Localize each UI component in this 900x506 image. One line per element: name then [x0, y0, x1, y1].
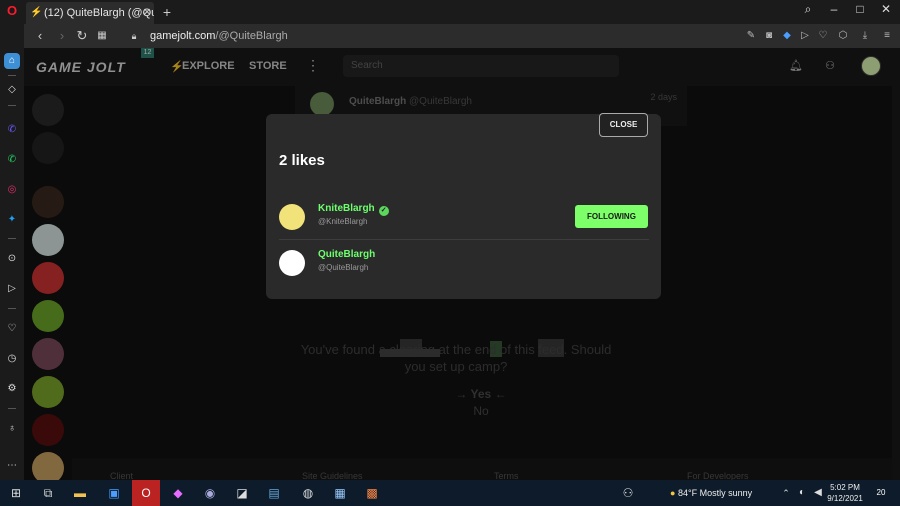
whatsapp-icon[interactable]: ✆	[4, 152, 20, 168]
taskbar-clock[interactable]: 5:02 PM 9/12/2021	[825, 482, 865, 504]
opera-sidebar: O ⌂ ◇ ✆ ✆ ◎ ✦ ⊙ ▷ ♡ ◷ ⚙ ♁ ⋯	[0, 0, 24, 480]
app-icon[interactable]: ▦	[330, 483, 350, 503]
like-user-name[interactable]: KniteBlargh ✓	[318, 203, 389, 216]
tab-title: (12) QuiteBlargh (@QuiteBl	[44, 7, 154, 19]
people-icon[interactable]: ⚇	[618, 483, 638, 503]
windows-taskbar: ⊞ ⧉ ▬ ▣ O ◆ ◉ ◪ ▤ ◍ ▦ ▩ ⚇ ● 84°F Mostly …	[0, 480, 900, 506]
like-avatar[interactable]	[279, 204, 305, 230]
download-icon[interactable]: ⤓	[858, 28, 872, 44]
app-icon[interactable]: ◪	[232, 483, 252, 503]
app-icon[interactable]: ◆	[168, 483, 188, 503]
sidebar-divider	[8, 75, 16, 76]
likes-modal: CLOSE 2 likes KniteBlargh ✓ @KniteBlargh …	[266, 113, 661, 299]
close-button[interactable]: CLOSE	[599, 113, 648, 137]
task-view-icon[interactable]: ⧉	[38, 483, 58, 503]
following-button[interactable]: FOLLOWING	[575, 205, 648, 228]
like-row[interactable]: KniteBlargh ✓ @KniteBlargh FOLLOWING	[279, 200, 649, 242]
camera-icon[interactable]: ◙	[762, 28, 776, 44]
browser-tab-bar: ⚡ (12) QuiteBlargh (@QuiteBl × + ⌕ – □ ✕	[0, 0, 900, 24]
heart-icon[interactable]: ♡	[816, 28, 830, 44]
sidebar-divider	[8, 308, 16, 309]
modal-title: 2 likes	[279, 152, 325, 169]
cube-icon[interactable]: ⬡	[836, 28, 850, 44]
clock-date: 9/12/2021	[827, 494, 863, 503]
minimize-icon[interactable]: –	[822, 0, 846, 22]
history-icon[interactable]: ◷	[4, 351, 20, 367]
menu-icon[interactable]: ≡	[880, 28, 894, 44]
new-tab-button[interactable]: +	[160, 2, 174, 22]
settings-icon[interactable]: ⚙	[4, 381, 20, 397]
steam-icon[interactable]: ◉	[200, 483, 220, 503]
like-user-name-text: KniteBlargh	[318, 203, 375, 214]
tab-close-icon[interactable]: ×	[140, 2, 154, 22]
sidebar-divider	[8, 105, 16, 106]
home-icon[interactable]: ⌂	[4, 53, 20, 69]
app-icon[interactable]: ▣	[104, 483, 124, 503]
reload-icon[interactable]: ↻	[74, 28, 90, 44]
like-user-handle: @QuiteBlargh	[318, 263, 369, 272]
tips-icon[interactable]: ♁	[4, 421, 20, 437]
player-icon[interactable]: ⊙	[4, 251, 20, 267]
browser-tab[interactable]: ⚡ (12) QuiteBlargh (@QuiteBl	[26, 2, 154, 24]
opera-taskbar-icon[interactable]: O	[132, 480, 160, 506]
sidebar-divider	[8, 238, 16, 239]
app-icon[interactable]: ▤	[264, 483, 284, 503]
bookmarks-icon[interactable]: ◇	[4, 82, 20, 98]
heart-icon[interactable]: ♡	[4, 321, 20, 337]
app-icon[interactable]: ▩	[362, 483, 382, 503]
lock-icon: 🔒︎	[131, 31, 137, 41]
send-icon[interactable]: ▷	[4, 281, 20, 297]
url-path: /@QuiteBlargh	[215, 30, 288, 42]
file-explorer-icon[interactable]: ▬	[70, 483, 90, 503]
gamejolt-favicon-icon: ⚡	[30, 7, 43, 18]
more-icon[interactable]: ⋯	[4, 458, 20, 474]
notification-center-icon[interactable]: 20	[872, 484, 890, 502]
twitter-icon[interactable]: ✦	[4, 212, 20, 228]
clock-time: 5:02 PM	[830, 483, 860, 492]
windows-start-icon[interactable]: ⊞	[6, 483, 26, 503]
weather-widget[interactable]: ● 84°F Mostly sunny	[670, 480, 752, 506]
forward-icon[interactable]: ›	[54, 28, 70, 44]
send-icon[interactable]: ▷	[798, 28, 812, 44]
back-icon[interactable]: ‹	[32, 28, 48, 44]
url-domain: gamejolt.com	[150, 30, 216, 42]
edit-icon[interactable]: ✎	[744, 28, 758, 44]
modal-divider	[279, 239, 649, 240]
like-user-handle: @KniteBlargh	[318, 217, 368, 226]
weather-sun-icon: ●	[670, 488, 676, 498]
like-row[interactable]: QuiteBlargh @QuiteBlargh	[279, 246, 649, 288]
weather-temp: 84°F	[677, 488, 698, 498]
app-icon[interactable]: ◍	[298, 483, 318, 503]
tab-grid-icon[interactable]: ▦	[94, 28, 110, 44]
address-bar: ‹ › ↻ ▦ 🔒︎ gamejolt.com/@QuiteBlargh ✎ ◙…	[24, 24, 900, 48]
verified-icon: ✓	[378, 206, 389, 216]
opera-logo-icon[interactable]: O	[4, 3, 20, 19]
window-close-icon[interactable]: ✕	[874, 0, 898, 22]
messenger-icon[interactable]: ✆	[4, 122, 20, 138]
weather-desc: Mostly sunny	[699, 488, 753, 498]
like-avatar[interactable]	[279, 250, 305, 276]
url-field[interactable]: gamejolt.com/@QuiteBlargh	[150, 28, 288, 44]
shield-icon[interactable]: ◆	[780, 28, 794, 44]
sidebar-divider	[8, 408, 16, 409]
instagram-icon[interactable]: ◎	[4, 182, 20, 198]
maximize-icon[interactable]: □	[848, 0, 872, 22]
search-tabs-icon[interactable]: ⌕	[796, 0, 820, 22]
notification-count: 20	[876, 488, 886, 497]
like-user-name[interactable]: QuiteBlargh	[318, 249, 375, 260]
